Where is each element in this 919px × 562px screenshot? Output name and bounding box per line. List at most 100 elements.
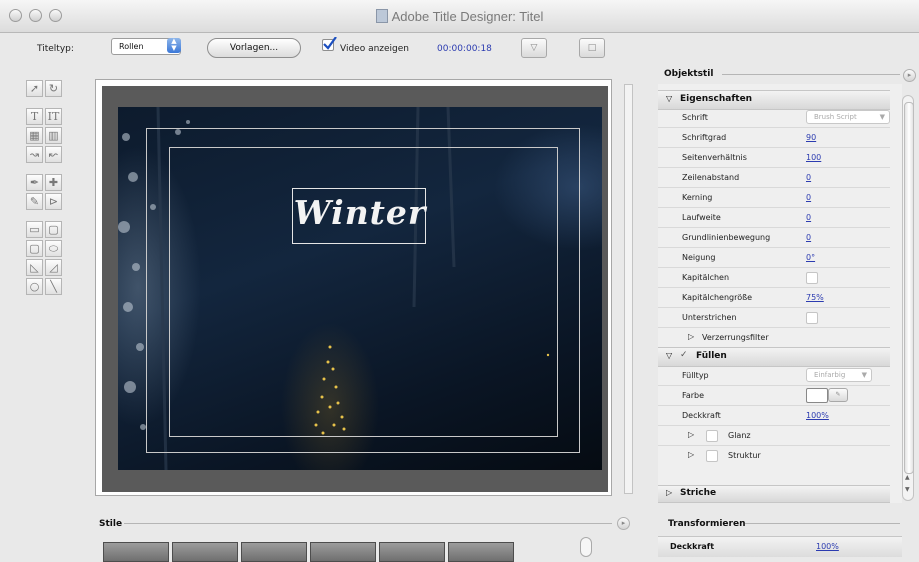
document-icon [375,9,388,23]
show-video-checkbox[interactable] [322,37,337,51]
slant-row: Neigung 0° [658,248,890,267]
strokes-header[interactable]: ▷ Striche [658,485,890,503]
properties-header-label: Eigenschaften [680,94,753,104]
fill-checkmark-icon[interactable]: ✓ [680,350,688,360]
fill-type-label: Fülltyp [682,371,709,380]
square-icon: □ [587,43,597,53]
font-select[interactable]: Brush Script ▼ [806,110,890,124]
window-title-text: Adobe Title Designer: Titel [391,9,544,24]
add-anchor-tool-icon[interactable]: ✚ [45,174,62,191]
small-caps-row: Kapitälchen [658,268,890,287]
underline-row: Unterstrichen [658,308,890,327]
delete-anchor-tool-icon[interactable]: ✎ [26,193,43,210]
fill-type-value: Einfarbig [814,371,846,379]
panel-separator [124,523,612,524]
style-swatch[interactable] [448,542,514,562]
aspect-row: Seitenverhältnis 100 [658,148,890,167]
disclosure-open-icon: ▽ [666,351,673,360]
texture-checkbox[interactable] [706,450,718,462]
fill-opacity-value[interactable]: 100% [806,411,829,420]
slant-value[interactable]: 0° [806,253,815,262]
panel-menu-icon[interactable]: ▸ [903,69,916,82]
rounded-rectangle-tool-icon[interactable]: ▢ [45,221,62,238]
texture-row: ▷ Struktur [658,446,890,465]
fill-type-row: Fülltyp Einfarbig ▼ [658,366,890,385]
style-swatch[interactable] [310,542,376,562]
templates-button[interactable]: Vorlagen... [207,38,301,58]
style-swatch[interactable] [103,542,169,562]
line-tool-icon[interactable]: ╲ [45,278,62,295]
tracking-value[interactable]: 0 [806,213,811,222]
color-swatch[interactable] [806,388,828,403]
baseline-shift-value[interactable]: 0 [806,233,811,242]
eyedropper-icon[interactable]: ✎ [828,388,848,402]
object-style-scrollbar[interactable]: ▲ ▼ [902,95,914,501]
disclosure-closed-icon: ▷ [688,332,695,341]
styles-menu-icon[interactable]: ▸ [617,517,630,530]
transform-opacity-value[interactable]: 100% [816,542,839,551]
title-text[interactable]: Winter [293,193,427,232]
aspect-value[interactable]: 100 [806,153,821,162]
titletype-select[interactable]: Rollen ▲ ▼ [111,38,181,55]
vertical-area-type-tool-icon[interactable]: ▥ [45,127,62,144]
rectangle-tool-icon[interactable]: ▭ [26,221,43,238]
title-text-box[interactable]: Winter [292,188,426,244]
kerning-row: Kerning 0 [658,188,890,207]
fill-header[interactable]: ▽ ✓ Füllen [658,347,890,367]
scroll-up-icon[interactable]: ▲ [905,474,910,481]
transform-opacity-label: Deckkraft [670,542,715,551]
strokes-header-label: Striche [680,488,717,498]
font-size-value[interactable]: 90 [806,133,816,142]
clipped-rectangle-tool-icon[interactable]: ▢ [26,240,43,257]
texture-label: Struktur [728,451,761,460]
timecode[interactable]: 00:00:00:18 [437,44,492,54]
toolbox: ➚ ↻ T IT ▦ ▥ ↝ ↜ ✒ ✚ ✎ ⊳ ▭ ▢ ▢ ⬭ ◺ ◿ ○ ╲ [20,75,88,325]
distort-row[interactable]: ▷ Verzerrungsfilter [658,328,890,347]
leading-value[interactable]: 0 [806,173,811,182]
area-type-tool-icon[interactable]: ▦ [26,127,43,144]
safe-area-button[interactable]: □ [579,38,605,58]
styles-scrollbar[interactable] [580,537,592,557]
underline-label: Unterstrichen [682,313,737,322]
disclosure-closed-icon[interactable]: ▷ [688,450,694,459]
distort-label: Verzerrungsfilter [702,333,769,342]
scroll-down-icon[interactable]: ▼ [905,486,910,493]
style-swatch[interactable] [241,542,307,562]
slant-label: Neigung [682,253,716,262]
aspect-label: Seitenverhältnis [682,153,747,162]
fill-type-select[interactable]: Einfarbig ▼ [806,368,872,382]
show-video-label: Video anzeigen [340,44,410,54]
ellipse-tool-icon[interactable]: ○ [26,278,43,295]
fill-opacity-row: Deckkraft 100% [658,406,890,425]
wedge-tool-icon[interactable]: ◺ [26,259,43,276]
transform-title: Transformieren [668,519,746,529]
small-caps-checkbox[interactable] [806,272,818,284]
style-swatch[interactable] [379,542,445,562]
filter-button[interactable]: ▽ [521,38,547,58]
scrollbar-thumb[interactable] [904,102,914,474]
type-tool-icon[interactable]: T [26,108,43,125]
rotate-tool-icon[interactable]: ↻ [45,80,62,97]
color-row: Farbe ✎ [658,386,890,405]
round-corner-rectangle-tool-icon[interactable]: ⬭ [45,240,62,257]
arc-tool-icon[interactable]: ◿ [45,259,62,276]
vertical-type-tool-icon[interactable]: IT [45,108,62,125]
sheen-checkbox[interactable] [706,430,718,442]
small-caps-size-value[interactable]: 75% [806,293,824,302]
kerning-value[interactable]: 0 [806,193,811,202]
vertical-path-type-tool-icon[interactable]: ↜ [45,146,62,163]
pen-tool-icon[interactable]: ✒ [26,174,43,191]
convert-anchor-tool-icon[interactable]: ⊳ [45,193,62,210]
tracking-row: Laufweite 0 [658,208,890,227]
chevron-updown-icon: ▲ ▼ [167,38,181,53]
canvas-scrollbar[interactable] [624,84,633,494]
path-type-tool-icon[interactable]: ↝ [26,146,43,163]
font-size-row: Schriftgrad 90 [658,128,890,147]
properties-header[interactable]: ▽ Eigenschaften [658,90,890,110]
selection-tool-icon[interactable]: ➚ [26,80,43,97]
underline-checkbox[interactable] [806,312,818,324]
disclosure-closed-icon[interactable]: ▷ [688,430,694,439]
sheen-label: Glanz [728,431,751,440]
tracking-label: Laufweite [682,213,721,222]
style-swatch[interactable] [172,542,238,562]
